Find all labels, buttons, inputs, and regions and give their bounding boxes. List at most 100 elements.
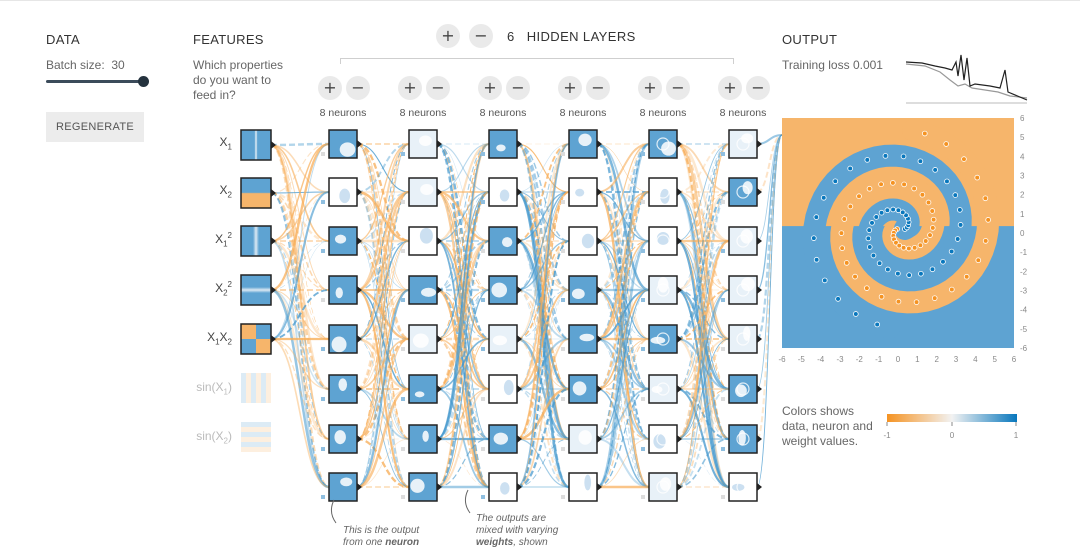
neuron-pattern <box>419 135 432 146</box>
data-point-negative <box>895 298 902 305</box>
bias-square <box>321 347 325 351</box>
neuron-pattern <box>584 474 592 491</box>
y-axis-tick-label: 2 <box>1020 191 1025 200</box>
data-point-positive <box>882 153 889 159</box>
data-point-positive <box>866 227 873 233</box>
bias-square <box>321 152 325 156</box>
stripe <box>241 432 271 437</box>
data-point-positive <box>895 270 901 277</box>
neuron-arrow <box>757 140 762 148</box>
bias-square <box>561 447 565 451</box>
output-heatmap <box>782 118 1014 348</box>
bias-square <box>321 249 325 253</box>
bias-square <box>481 495 485 499</box>
data-point-negative <box>929 208 936 214</box>
data-point-positive <box>917 158 924 165</box>
bias-square <box>401 200 405 204</box>
bias-square <box>481 152 485 156</box>
neuron-pattern <box>578 133 592 147</box>
neuron-annotation-line: This is the output <box>343 525 420 536</box>
bias-square <box>641 347 645 351</box>
weights-annotation-line: weights, shown <box>476 537 558 548</box>
bias-square <box>561 495 565 499</box>
data-point-negative <box>931 295 938 301</box>
neuron-pattern <box>338 378 348 391</box>
heatmap-layers <box>782 118 1014 348</box>
data-point-negative <box>864 285 870 291</box>
neuron-fill <box>489 130 517 158</box>
data-point-negative <box>975 257 982 264</box>
legend-tick-label: 0 <box>950 431 955 440</box>
data-point-negative <box>913 299 920 305</box>
data-point-positive <box>811 235 817 241</box>
neuron-pattern <box>501 237 513 248</box>
data-point-negative <box>922 130 928 137</box>
bias-square <box>401 249 405 253</box>
x-axis-tick-label: -2 <box>856 355 864 364</box>
weights-annotation-bold: weights <box>476 537 514 548</box>
data-point-negative <box>878 293 885 300</box>
neuron-arrow <box>757 385 762 393</box>
bias-square <box>481 397 485 401</box>
bias-square <box>561 152 565 156</box>
data-point-negative <box>901 181 907 188</box>
x-axis-tick-label: 2 <box>934 355 939 364</box>
neuron-pattern <box>335 287 343 299</box>
x-axis-tick-label: -3 <box>836 355 844 364</box>
stripe <box>241 373 246 403</box>
neuron-fill <box>569 276 597 304</box>
data-point-positive <box>832 178 839 185</box>
neuron-pattern <box>412 333 429 348</box>
data-point-positive <box>873 214 880 220</box>
data-point-positive <box>876 260 883 267</box>
neuron-arrow <box>757 237 762 245</box>
legend-text-line: Colors shows <box>782 404 855 418</box>
neuron-pattern <box>421 287 437 297</box>
data-point-negative <box>866 185 873 192</box>
data-point-positive <box>821 277 828 284</box>
neuron-pattern <box>572 381 587 396</box>
bias-square <box>721 447 725 451</box>
data-point-negative <box>900 244 907 251</box>
data-point-negative <box>917 242 924 249</box>
neuron-fill <box>329 276 357 304</box>
weights-annotation-text: , shown <box>513 537 548 548</box>
neuron-pattern <box>659 477 672 491</box>
bias-square <box>721 200 725 204</box>
bias-square <box>721 397 725 401</box>
data-point-positive <box>885 266 891 273</box>
quad-cell <box>241 339 256 354</box>
stripe <box>241 422 271 427</box>
bias-square <box>641 447 645 451</box>
data-point-negative <box>943 141 949 147</box>
weight-link <box>756 134 783 390</box>
y-axis-tick-label: 5 <box>1020 133 1025 142</box>
neuron-pattern <box>571 288 585 300</box>
bias-square <box>721 298 725 302</box>
weights-annotation: The outputs are mixed with varying weigh… <box>476 513 558 548</box>
neuron-pattern <box>575 188 585 197</box>
data-point-positive <box>957 222 964 228</box>
data-point-positive <box>932 167 938 173</box>
neuron-pattern <box>414 391 425 398</box>
y-axis-tick-label: 4 <box>1020 152 1025 161</box>
data-point-positive <box>952 192 959 198</box>
feature-node-sinx2 <box>241 422 271 452</box>
weight-link <box>755 133 784 441</box>
neuron-arrow <box>357 335 362 343</box>
neuron-annotation: This is the output from one neuron <box>343 525 419 548</box>
data-point-negative <box>847 203 854 210</box>
color-legend-gradient <box>887 414 1017 422</box>
feature-node-x1x2 <box>240 323 276 355</box>
data-point-negative <box>852 273 858 280</box>
bias-square <box>641 397 645 401</box>
data-point-negative <box>922 238 929 244</box>
training-loss: Training loss 0.001 <box>782 58 883 72</box>
legend-text-line: weight values. <box>782 434 859 448</box>
x-axis-tick-label: -6 <box>778 355 786 364</box>
neuron-pattern <box>656 232 670 245</box>
bias-square <box>321 200 325 204</box>
neuron-fill <box>409 375 437 403</box>
y-axis-tick-label: 1 <box>1020 210 1025 219</box>
neuron-pattern <box>493 432 509 445</box>
